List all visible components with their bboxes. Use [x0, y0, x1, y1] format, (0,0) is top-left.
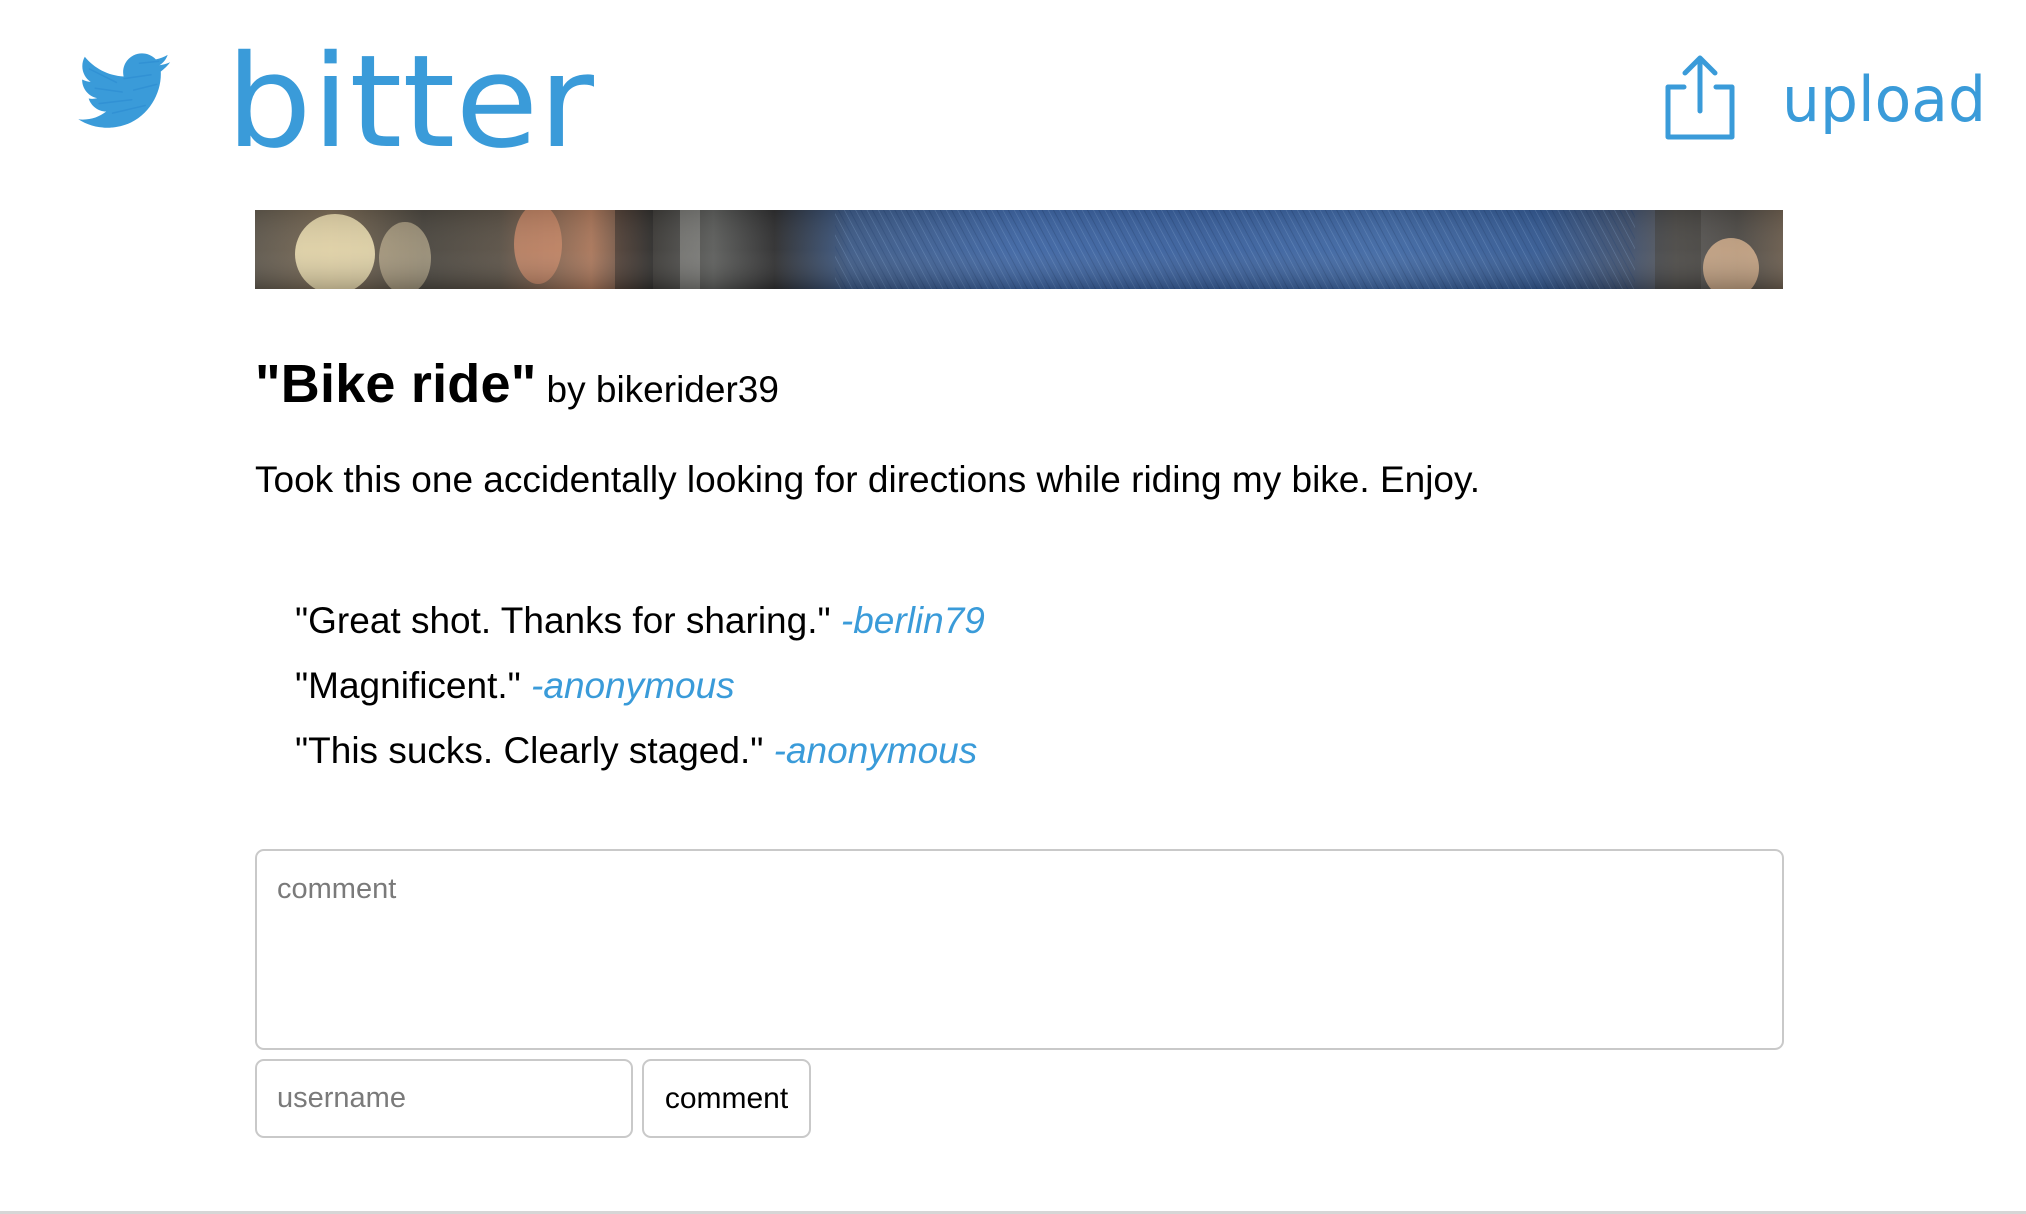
comment-textarea[interactable] [255, 849, 1784, 1050]
upload-label-text: upload [1782, 63, 1986, 136]
post-title: "Bike ride" [255, 354, 537, 414]
post-container: "Bike ride" by bikerider39 Took this one… [255, 210, 1783, 783]
comment-user-link[interactable]: -berlin79 [841, 600, 985, 641]
comment-user-link[interactable]: -anonymous [774, 730, 978, 771]
comment-text: "This sucks. Clearly staged." [295, 730, 764, 771]
comment-text: "Magnificent." [295, 665, 521, 706]
comment-text: "Great shot. Thanks for sharing." [295, 600, 831, 641]
post-author: by bikerider39 [546, 369, 779, 410]
upload-link[interactable]: upload [1660, 48, 1988, 148]
upload-label: upload [1782, 63, 1986, 136]
username-input[interactable] [255, 1059, 633, 1138]
comment-submit-button[interactable]: comment [642, 1059, 811, 1138]
comment-list: "Great shot. Thanks for sharing." -berli… [295, 588, 1783, 783]
post-caption: Took this one accidentally looking for d… [255, 459, 1481, 500]
home-logo-link[interactable]: bitter [78, 18, 596, 168]
comment-item: "This sucks. Clearly staged." -anonymous [295, 718, 1783, 783]
post-photo [255, 210, 1783, 289]
comment-item: "Great shot. Thanks for sharing." -berli… [295, 588, 1783, 653]
share-upload-icon [1665, 55, 1735, 140]
comment-item: "Magnificent." -anonymous [295, 653, 1783, 718]
comment-user-link[interactable]: -anonymous [531, 665, 735, 706]
bird-icon [78, 53, 171, 128]
post-heading: "Bike ride" by bikerider39 [255, 357, 1783, 411]
brand-name-text: bitter [226, 28, 594, 168]
brand-logo: bitter [226, 28, 594, 168]
